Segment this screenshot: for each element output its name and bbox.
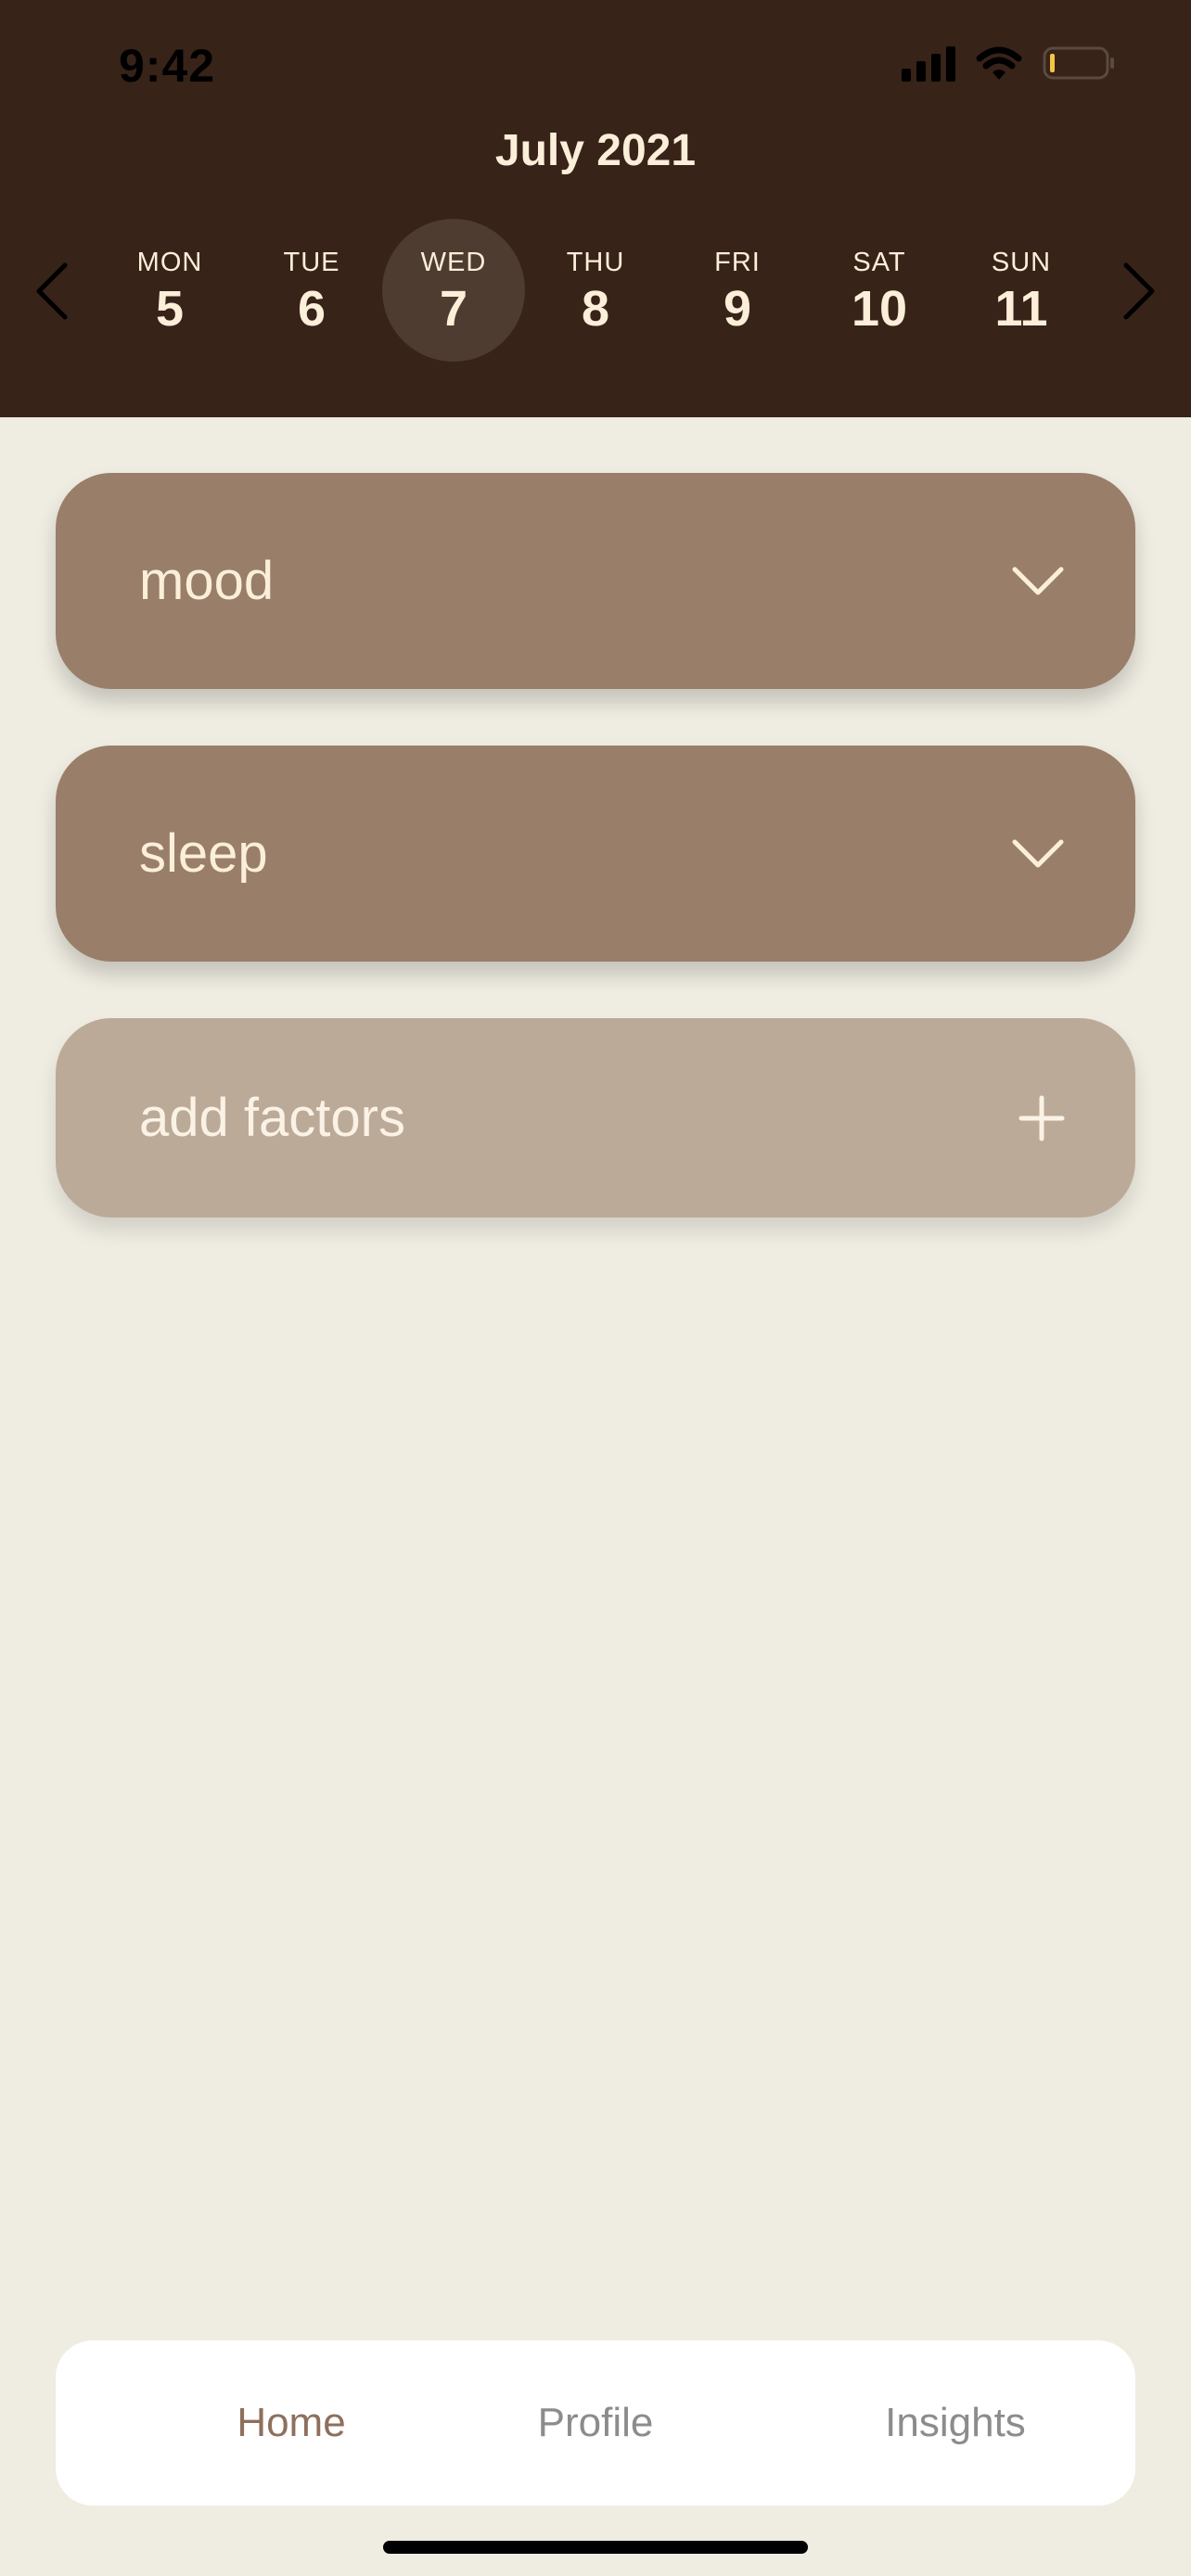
plus-icon: [1018, 1095, 1065, 1141]
day-number: 7: [439, 280, 468, 337]
tab-bar: Home Profile Insights: [56, 2340, 1135, 2506]
add-factors-label: add factors: [139, 1088, 405, 1148]
chevron-down-icon: [1012, 567, 1064, 594]
status-time: 9:42: [119, 40, 216, 92]
sleep-card[interactable]: sleep: [56, 746, 1135, 962]
day-tue[interactable]: TUE 6: [240, 219, 383, 362]
day-thu[interactable]: THU 8: [524, 219, 667, 362]
chevron-right-icon: [1123, 262, 1155, 320]
day-name: MON: [136, 247, 203, 277]
day-name: FRI: [714, 247, 761, 277]
month-title: July 2021: [494, 126, 697, 175]
chevron-left-icon: [36, 262, 68, 320]
week-strip: MON 5 TUE 6 WED 7 THU 8 FRI 9 SAT 10 SUN…: [98, 219, 1093, 362]
screen: 9:42 July 2021 MON 5 TUE 6 WED 7 THU 8 F…: [0, 0, 1191, 2576]
day-number: 8: [581, 280, 610, 337]
wifi-icon: [976, 45, 1022, 81]
day-name: WED: [420, 247, 487, 277]
mood-card[interactable]: mood: [56, 473, 1135, 689]
day-name: SUN: [991, 247, 1052, 277]
tab-insights[interactable]: Insights: [816, 2340, 1095, 2506]
status-icons: [902, 45, 1117, 82]
battery-icon: [1043, 45, 1117, 81]
next-week-button[interactable]: [1121, 261, 1158, 321]
day-name: SAT: [852, 247, 906, 277]
day-number: 5: [155, 280, 185, 337]
cellular-signal-icon: [902, 45, 955, 82]
day-fri[interactable]: FRI 9: [666, 219, 809, 362]
header: 9:42 July 2021 MON 5 TUE 6 WED 7 THU 8 F…: [0, 0, 1191, 417]
day-number: 9: [723, 280, 752, 337]
day-sun[interactable]: SUN 11: [950, 219, 1093, 362]
tab-home[interactable]: Home: [152, 2340, 430, 2506]
day-name: TUE: [283, 247, 340, 277]
home-indicator: [383, 2541, 808, 2554]
day-number: 10: [851, 280, 908, 337]
day-wed-selected[interactable]: WED 7: [382, 219, 525, 362]
add-factors-button[interactable]: add factors: [56, 1018, 1135, 1218]
day-name: THU: [566, 247, 625, 277]
day-number: 6: [297, 280, 327, 337]
tab-profile[interactable]: Profile: [456, 2340, 735, 2506]
chevron-down-icon: [1012, 839, 1064, 867]
day-mon[interactable]: MON 5: [98, 219, 241, 362]
day-number: 11: [994, 280, 1048, 337]
mood-label: mood: [139, 551, 275, 611]
sleep-label: sleep: [139, 823, 268, 884]
day-sat[interactable]: SAT 10: [808, 219, 951, 362]
prev-week-button[interactable]: [33, 261, 70, 321]
